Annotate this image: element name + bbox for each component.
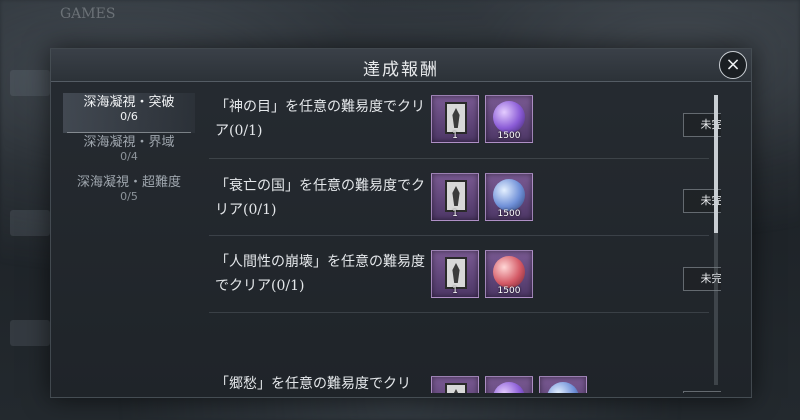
- task-row: 「人間性の崩壊」を任意の難易度でクリア(0/1) 1 1500 未完成: [201, 237, 721, 313]
- card-icon: [445, 383, 467, 393]
- blue-orb-icon: [547, 382, 579, 393]
- achievement-reward-dialog: 達成報酬 × 深海凝視・突破 0/6 深海凝視・界域 0/4 深海凝視・超難度 …: [50, 48, 752, 398]
- reward-item[interactable]: 1: [431, 95, 479, 143]
- sidebar-item-breakthrough[interactable]: 深海凝視・突破 0/6: [63, 93, 195, 133]
- reward-item[interactable]: 1: [431, 173, 479, 221]
- category-sidebar: 深海凝視・突破 0/6 深海凝視・界域 0/4 深海凝視・超難度 0/5: [63, 93, 195, 213]
- reward-count: 1500: [497, 209, 521, 219]
- reward-item[interactable]: 1: [431, 250, 479, 298]
- divider: [209, 235, 709, 236]
- divider: [209, 158, 709, 159]
- background-decor: [10, 70, 50, 96]
- reward-list: 1 1500: [431, 250, 533, 298]
- task-list[interactable]: 「神の目」を任意の難易度でクリア(0/1) 1 1500 未完成 「衰亡の国」を…: [201, 81, 721, 393]
- reward-count: 1: [452, 131, 458, 141]
- task-row: 「郷愁」を任意の難易度でクリ: [201, 314, 721, 393]
- sidebar-item-count: 0/4: [120, 150, 138, 163]
- sidebar-item-label: 深海凝視・突破: [83, 95, 175, 110]
- purple-orb-icon: [493, 101, 525, 133]
- red-orb-icon: [493, 256, 525, 288]
- card-icon: [445, 257, 467, 289]
- reward-count: 1500: [497, 286, 521, 296]
- reward-list: 1 1500: [431, 173, 533, 221]
- scrollbar-thumb[interactable]: [714, 95, 718, 233]
- task-row: 「衰亡の国」を任意の難易度でクリア(0/1) 1 1500 未完成: [201, 160, 721, 236]
- reward-item[interactable]: 1500: [485, 250, 533, 298]
- reward-count: 1: [452, 209, 458, 219]
- card-icon: [445, 102, 467, 134]
- status-badge: [683, 391, 721, 393]
- close-icon: ×: [725, 54, 741, 75]
- blue-orb-icon: [493, 179, 525, 211]
- sidebar-item-count: 0/6: [120, 110, 138, 123]
- background-text: GAMES: [60, 6, 116, 22]
- reward-list: 1 1500: [431, 95, 533, 143]
- sidebar-item-realm[interactable]: 深海凝視・界域 0/4: [63, 133, 195, 173]
- card-icon: [445, 180, 467, 212]
- title-bar: 達成報酬 ×: [51, 49, 751, 82]
- reward-item[interactable]: [431, 376, 479, 393]
- task-description: 「衰亡の国」を任意の難易度でクリア(0/1): [215, 178, 425, 218]
- purple-orb-icon: [493, 382, 525, 393]
- close-button[interactable]: ×: [719, 51, 747, 79]
- dialog-title: 達成報酬: [363, 60, 439, 80]
- sidebar-item-label: 深海凝視・超難度: [76, 175, 181, 190]
- task-description: 「人間性の崩壊」を任意の難易度でクリア(0/1): [215, 254, 425, 294]
- divider: [209, 312, 709, 313]
- sidebar-item-count: 0/5: [120, 190, 138, 203]
- reward-list: [431, 376, 587, 393]
- reward-item[interactable]: 1500: [485, 95, 533, 143]
- reward-item[interactable]: 1500: [485, 173, 533, 221]
- reward-count: 1500: [497, 131, 521, 141]
- background-decor: [10, 210, 50, 236]
- reward-count: 1: [452, 286, 458, 296]
- task-description: 「神の目」を任意の難易度でクリア(0/1): [215, 99, 425, 139]
- task-row: 「神の目」を任意の難易度でクリア(0/1) 1 1500 未完成: [201, 83, 721, 159]
- background-decor: [10, 320, 50, 346]
- sidebar-item-hard-mode[interactable]: 深海凝視・超難度 0/5: [63, 173, 195, 213]
- reward-item[interactable]: [485, 376, 533, 393]
- reward-item[interactable]: [539, 376, 587, 393]
- sidebar-item-label: 深海凝視・界域: [83, 135, 175, 150]
- task-description: 「郷愁」を任意の難易度でクリ: [215, 376, 411, 392]
